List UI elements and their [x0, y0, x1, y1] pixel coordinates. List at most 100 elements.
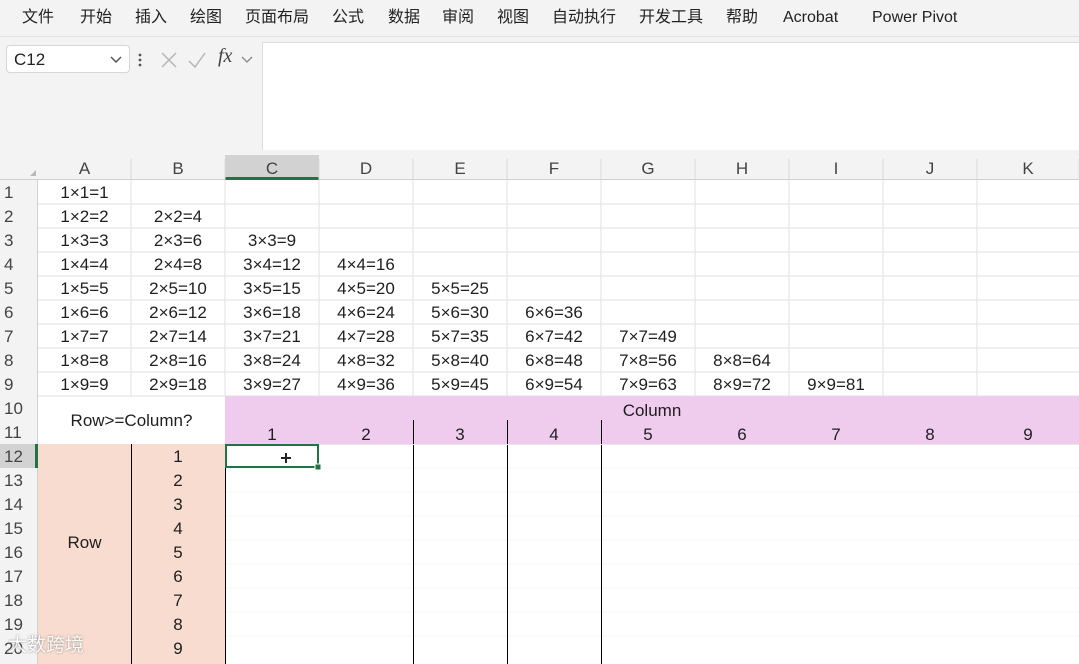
menu-file[interactable]: 文件	[22, 0, 54, 36]
row-header-7: 7	[4, 327, 13, 346]
table-cell: 6×6=36	[525, 303, 583, 322]
menu-insert[interactable]: 插入	[135, 0, 167, 36]
table-cell: 4×6=24	[337, 303, 395, 322]
insert-function-button[interactable]: fx	[218, 45, 232, 68]
cancel-icon[interactable]	[158, 49, 180, 71]
column-header-i: I	[834, 159, 839, 178]
table-cell: 4×7=28	[337, 327, 395, 346]
table-cell: 1×9=9	[60, 375, 108, 394]
table-cell: 2×9=18	[149, 375, 207, 394]
cursor-icon	[281, 453, 291, 463]
row-number: 1	[173, 447, 182, 466]
table-cell: 4×8=32	[337, 351, 395, 370]
column-number: 2	[361, 425, 370, 444]
selected-cell[interactable]	[225, 444, 319, 468]
column-number: 3	[455, 425, 464, 444]
row-number: 2	[173, 471, 182, 490]
menu-view[interactable]: 视图	[497, 0, 529, 36]
column-header-b: B	[172, 159, 183, 178]
table-cell: 2×2=4	[154, 207, 202, 226]
row-number: 8	[173, 615, 182, 634]
column-header-g: G	[641, 159, 654, 178]
menu-formulas[interactable]: 公式	[332, 0, 364, 36]
table-cell: 1×5=5	[60, 279, 108, 298]
table-cell: 5×8=40	[431, 351, 489, 370]
row-header-2: 2	[4, 207, 13, 226]
table-cell: 8×9=72	[713, 375, 771, 394]
table-cell: 3×4=12	[243, 255, 301, 274]
table-cell: 6×7=42	[525, 327, 583, 346]
menu-review[interactable]: 审阅	[442, 0, 474, 36]
table-cell: 8×8=64	[713, 351, 771, 370]
row-number: 9	[173, 639, 182, 658]
table-cell: 2×3=6	[154, 231, 202, 250]
row-header-15: 15	[4, 519, 23, 538]
column-number: 9	[1023, 425, 1032, 444]
menu-acrobat[interactable]: Acrobat	[783, 0, 838, 36]
table-cell: 7×9=63	[619, 375, 677, 394]
menu-help[interactable]: 帮助	[726, 0, 758, 36]
table-cell: 3×6=18	[243, 303, 301, 322]
chevron-down-icon[interactable]	[240, 52, 254, 66]
table-cell: 2×6=12	[149, 303, 207, 322]
column-header-j: J	[926, 159, 935, 178]
menu-developer[interactable]: 开发工具	[639, 0, 703, 36]
table-cell: 3×5=15	[243, 279, 301, 298]
menu-page-layout[interactable]: 页面布局	[245, 0, 309, 36]
table-cell: 5×5=25	[431, 279, 489, 298]
more-options-icon[interactable]	[136, 50, 144, 70]
check-icon[interactable]	[186, 49, 208, 71]
table-cell: 3×8=24	[243, 351, 301, 370]
row-number: 5	[173, 543, 182, 562]
row-header-3: 3	[4, 231, 13, 250]
table-cell: 9×9=81	[807, 375, 865, 394]
fill-handle[interactable]	[314, 463, 322, 471]
spreadsheet-grid[interactable]: A B C D E F G H I J K 1 2 3 4 5 6 7 8 9 10 11 12 13 14 15 16 17 18 19…	[0, 155, 1079, 664]
table-cell: 4×5=20	[337, 279, 395, 298]
column-number: 1	[267, 425, 276, 444]
menu-home[interactable]: 开始	[80, 0, 112, 36]
row-header-5: 5	[4, 279, 13, 298]
column-header-d: D	[360, 159, 372, 178]
table-cell: 1×1=1	[60, 183, 108, 202]
column-header-k: K	[1022, 159, 1034, 178]
table-cell: 2×7=14	[149, 327, 207, 346]
row-title: Row	[67, 533, 102, 552]
row-header-9: 9	[4, 375, 13, 394]
table-cell: 4×9=36	[337, 375, 395, 394]
row-header-16: 16	[4, 543, 23, 562]
menu-draw[interactable]: 绘图	[190, 0, 222, 36]
chevron-down-icon[interactable]	[109, 50, 123, 68]
table-cell: 2×4=8	[154, 255, 202, 274]
table-cell: 2×5=10	[149, 279, 207, 298]
row-header-13: 13	[4, 471, 23, 490]
row-header-8: 8	[4, 351, 13, 370]
row-header-18: 18	[4, 591, 23, 610]
table-cell: 3×7=21	[243, 327, 301, 346]
column-header-h: H	[736, 159, 748, 178]
menu-automate[interactable]: 自动执行	[552, 0, 616, 36]
menu-power-pivot[interactable]: Power Pivot	[872, 0, 957, 36]
table-cell: 5×9=45	[431, 375, 489, 394]
menu-data[interactable]: 数据	[388, 0, 420, 36]
watermark-logo: 大数跨境	[8, 635, 85, 656]
name-box[interactable]: C12	[6, 45, 130, 73]
column-number: 5	[643, 425, 652, 444]
column-header-a: A	[79, 159, 91, 178]
column-header-f: F	[549, 159, 559, 178]
row-header-12: 12	[4, 447, 23, 466]
table-cell: 7×8=56	[619, 351, 677, 370]
table-cell: 1×8=8	[60, 351, 108, 370]
question-label: Row>=Column?	[71, 411, 193, 430]
table-cell: 1×7=7	[60, 327, 108, 346]
table-cell: 6×9=54	[525, 375, 583, 394]
formula-input[interactable]	[262, 42, 1079, 150]
table-cell: 5×7=35	[431, 327, 489, 346]
column-header-c: C	[266, 159, 278, 178]
menu-bar: 文件 开始 插入 绘图 页面布局 公式 数据 审阅 视图 自动执行 开发工具 帮…	[0, 0, 1079, 37]
column-title: Column	[623, 401, 682, 420]
table-cell: 1×2=2	[60, 207, 108, 226]
column-header-e: E	[454, 159, 465, 178]
formula-bar: C12 fx	[0, 37, 1079, 155]
table-cell: 1×4=4	[60, 255, 108, 274]
